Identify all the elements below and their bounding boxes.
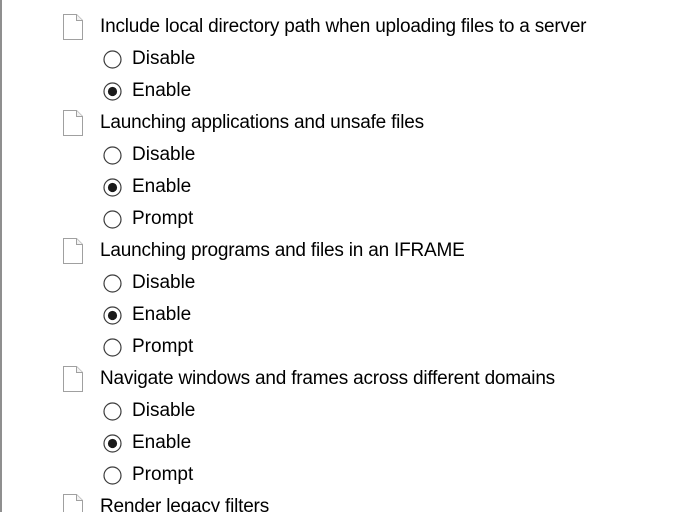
radio-option-disable[interactable]: Disable xyxy=(62,267,674,299)
settings-list: Include local directory path when upload… xyxy=(62,11,674,512)
radio-option-enable[interactable]: Enable xyxy=(62,427,674,459)
radio-option-prompt[interactable]: Prompt xyxy=(62,331,674,363)
radio-selected-icon[interactable] xyxy=(103,433,122,453)
radio-unselected-icon[interactable] xyxy=(103,49,122,69)
radio-selected-icon[interactable] xyxy=(103,81,122,101)
radio-option-prompt[interactable]: Prompt xyxy=(62,459,674,491)
document-icon xyxy=(62,235,90,267)
document-icon xyxy=(62,363,90,395)
setting-item[interactable]: Launching programs and files in an IFRAM… xyxy=(62,235,674,267)
radio-option-disable[interactable]: Disable xyxy=(62,43,674,75)
setting-label: Launching programs and files in an IFRAM… xyxy=(100,240,465,261)
setting-label: Include local directory path when upload… xyxy=(100,16,587,37)
radio-option-label: Prompt xyxy=(132,464,194,485)
radio-option-enable[interactable]: Enable xyxy=(62,75,674,107)
radio-unselected-icon[interactable] xyxy=(103,465,122,485)
radio-option-label: Disable xyxy=(132,272,196,293)
radio-option-disable[interactable]: Disable xyxy=(62,395,674,427)
radio-option-label: Enable xyxy=(132,176,192,197)
radio-option-label: Enable xyxy=(132,304,192,325)
radio-option-label: Prompt xyxy=(132,208,194,229)
radio-unselected-icon[interactable] xyxy=(103,273,122,293)
document-icon xyxy=(62,11,90,43)
setting-item[interactable]: Launching applications and unsafe files xyxy=(62,107,674,139)
setting-item[interactable]: Include local directory path when upload… xyxy=(62,11,674,43)
radio-selected-icon[interactable] xyxy=(103,305,122,325)
setting-label: Launching applications and unsafe files xyxy=(100,112,424,133)
radio-selected-icon[interactable] xyxy=(103,177,122,197)
radio-option-label: Disable xyxy=(132,400,196,421)
radio-option-prompt[interactable]: Prompt xyxy=(62,203,674,235)
radio-option-label: Enable xyxy=(132,432,192,453)
radio-option-enable[interactable]: Enable xyxy=(62,171,674,203)
document-icon xyxy=(62,107,90,139)
radio-option-enable[interactable]: Enable xyxy=(62,299,674,331)
radio-unselected-icon[interactable] xyxy=(103,145,122,165)
setting-item[interactable]: Render legacy filters xyxy=(62,491,674,512)
radio-unselected-icon[interactable] xyxy=(103,209,122,229)
setting-label: Render legacy filters xyxy=(100,496,269,512)
radio-option-label: Prompt xyxy=(132,336,194,357)
setting-item[interactable]: Navigate windows and frames across diffe… xyxy=(62,363,674,395)
radio-option-disable[interactable]: Disable xyxy=(62,139,674,171)
radio-option-label: Disable xyxy=(132,144,196,165)
radio-unselected-icon[interactable] xyxy=(103,337,122,357)
setting-label: Navigate windows and frames across diffe… xyxy=(100,368,555,389)
radio-unselected-icon[interactable] xyxy=(103,401,122,421)
radio-option-label: Enable xyxy=(132,80,192,101)
radio-option-label: Disable xyxy=(132,48,196,69)
settings-tree-panel: Include local directory path when upload… xyxy=(0,0,675,512)
document-icon xyxy=(62,491,90,512)
